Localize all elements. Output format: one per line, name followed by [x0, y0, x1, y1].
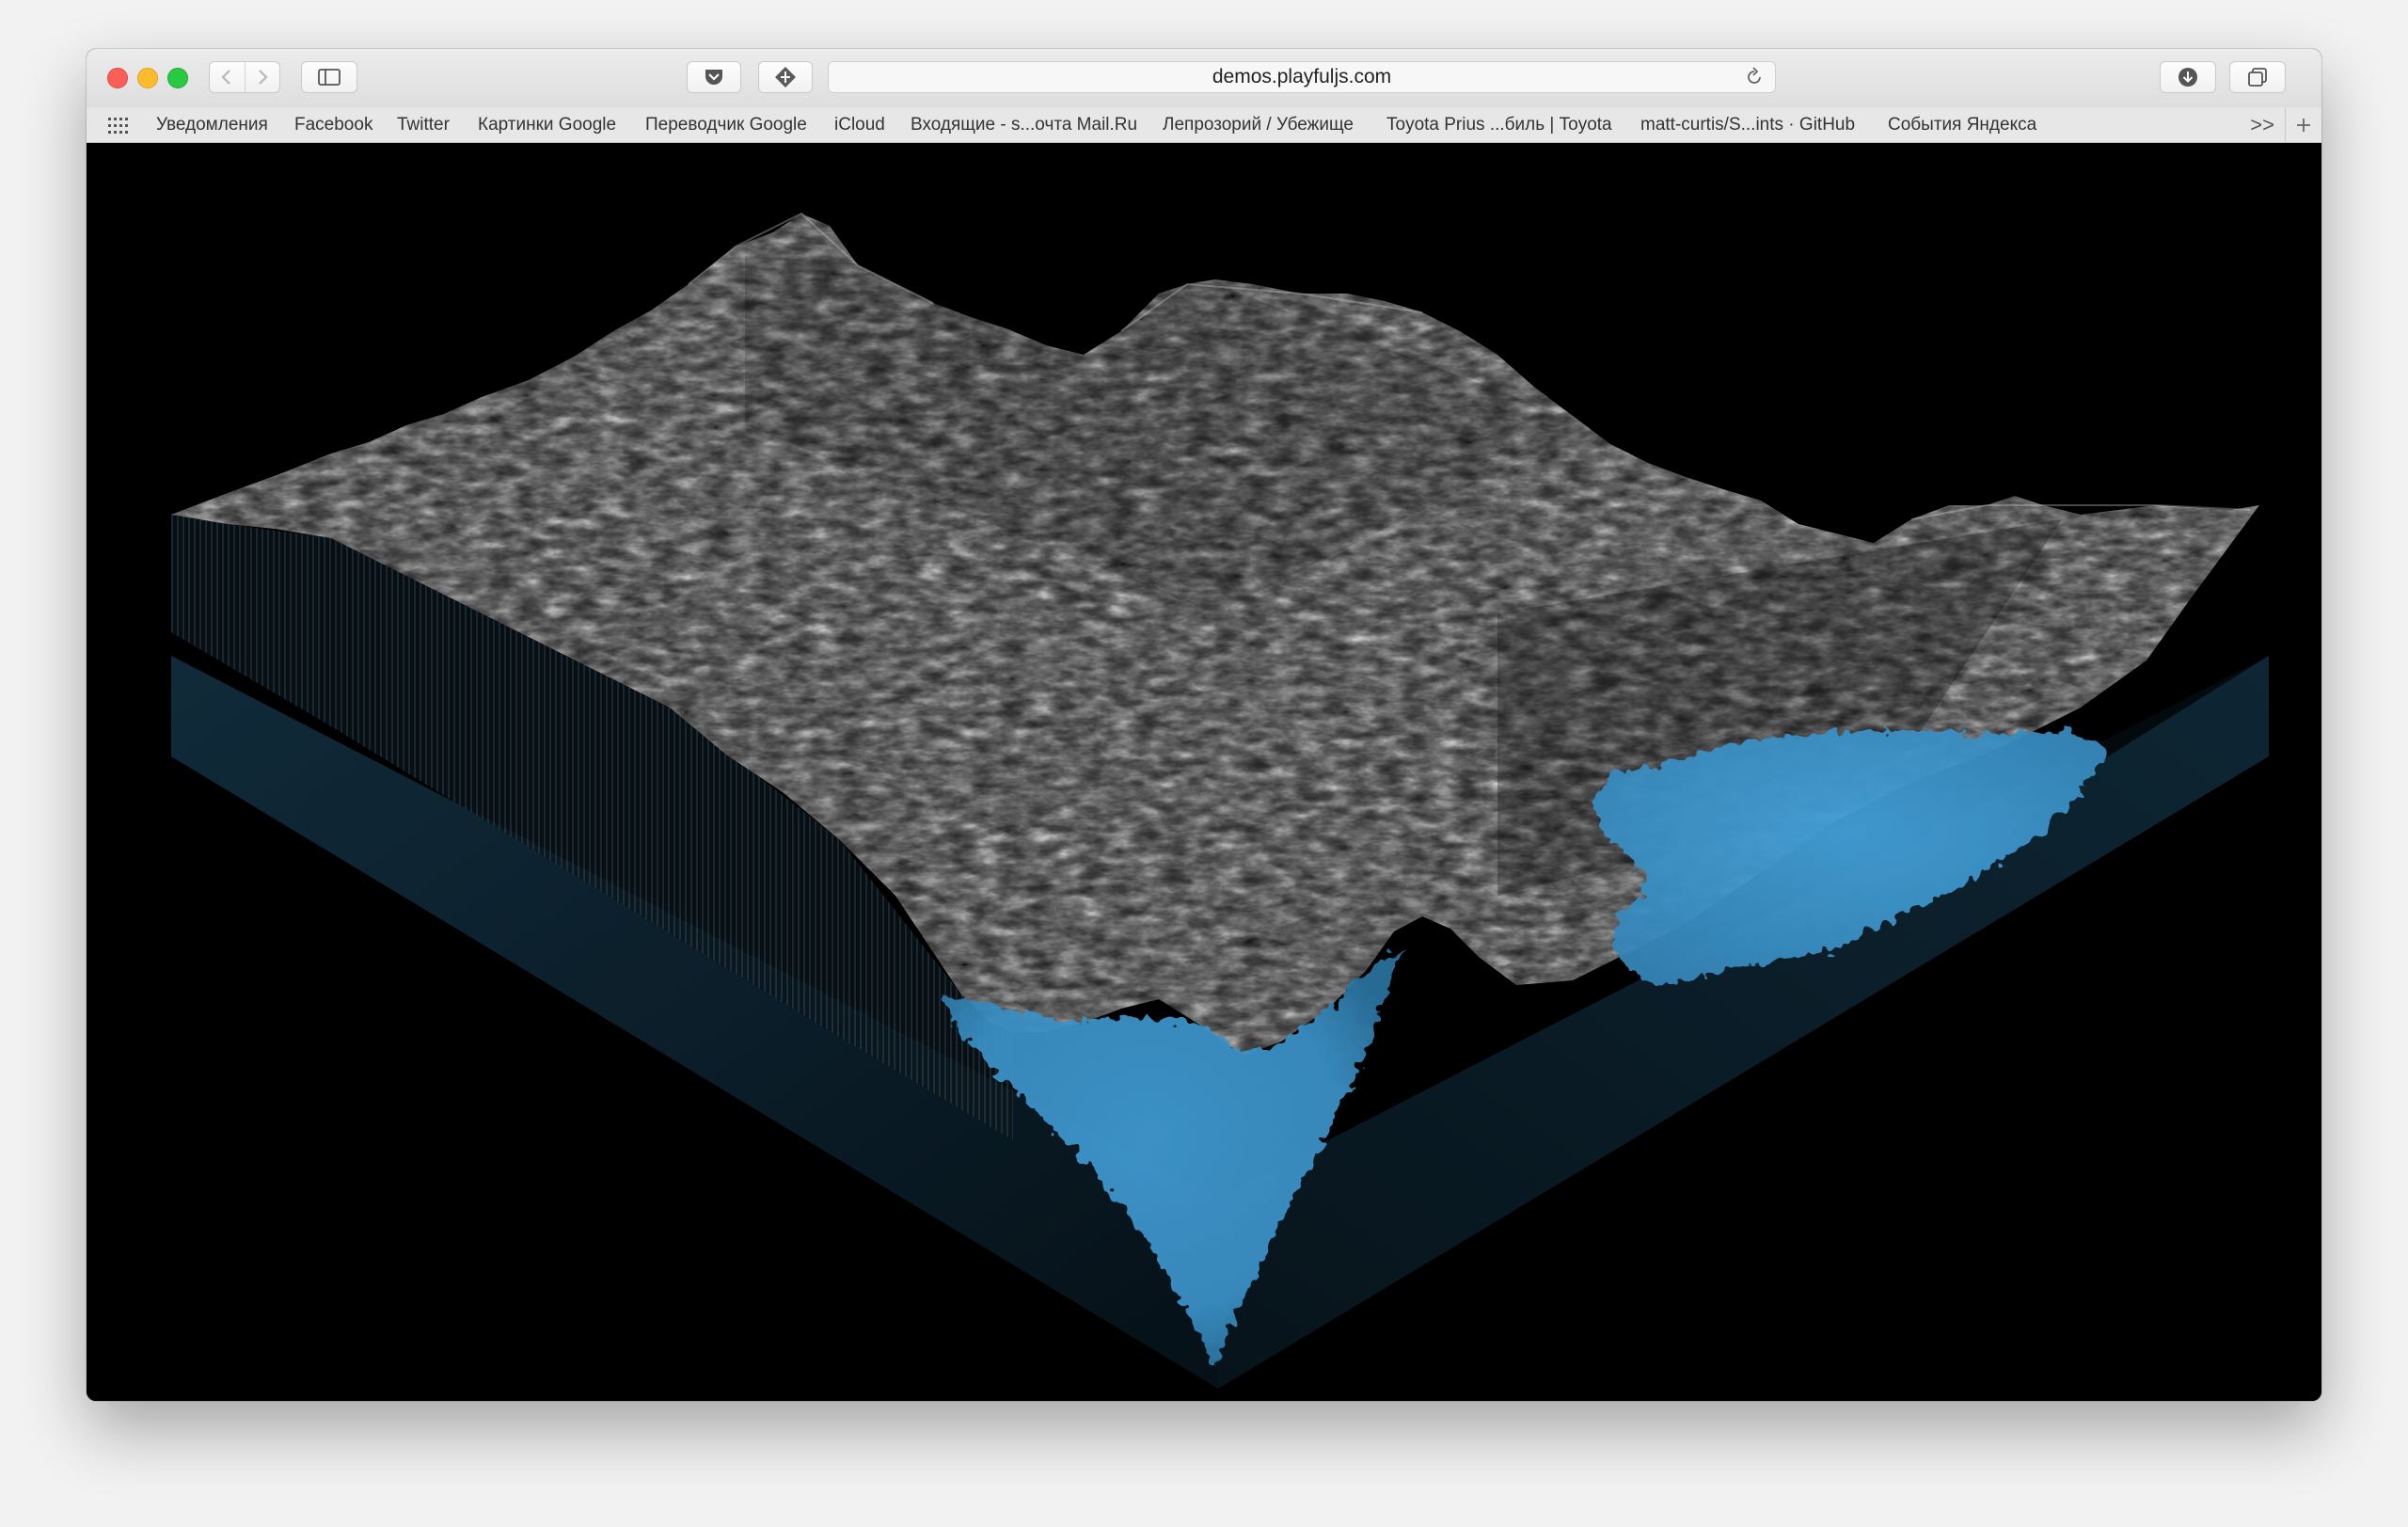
- reload-icon[interactable]: [1743, 66, 1766, 88]
- bookmark-item[interactable]: Facebook: [294, 115, 372, 135]
- browser-window: demos.playfuljs.com Уведомления Facebook…: [87, 49, 2321, 1401]
- extension-diamond-icon: [775, 67, 796, 87]
- bookmark-item[interactable]: Входящие - s...очта Mail.Ru: [911, 115, 1137, 135]
- bookmark-item[interactable]: Toyota Prius ...биль | Toyota: [1386, 115, 1612, 135]
- address-bar[interactable]: demos.playfuljs.com: [828, 61, 1776, 93]
- bookmark-item[interactable]: События Яндекса: [1888, 115, 2036, 135]
- terrain-render: [171, 212, 2269, 1389]
- extension-button[interactable]: [758, 61, 813, 93]
- bookmarks-bar: Уведомления Facebook Twitter Картинки Go…: [87, 107, 2321, 143]
- bookmark-item[interactable]: iCloud: [834, 115, 885, 135]
- webpage-canvas[interactable]: [87, 143, 2321, 1401]
- navigation-buttons: [209, 61, 280, 93]
- forward-button[interactable]: [244, 62, 280, 92]
- bookmark-item[interactable]: matt-curtis/S...ints · GitHub: [1640, 115, 1855, 135]
- minimize-window-button[interactable]: [137, 68, 158, 88]
- pocket-button[interactable]: [687, 61, 741, 93]
- more-bookmarks-button[interactable]: >>: [2250, 113, 2274, 137]
- new-tab-button[interactable]: [2285, 107, 2321, 142]
- downloads-button[interactable]: [2160, 61, 2216, 93]
- url-text: demos.playfuljs.com: [1212, 66, 1392, 87]
- sidebar-icon: [318, 69, 341, 86]
- download-icon: [2178, 68, 2197, 87]
- chevron-left-icon: [221, 70, 231, 85]
- bookmark-item[interactable]: Twitter: [397, 115, 450, 135]
- pocket-icon: [705, 70, 722, 85]
- bookmark-item[interactable]: Уведомления: [156, 115, 268, 135]
- bookmark-item[interactable]: Лепрозорий / Убежище: [1163, 115, 1354, 135]
- back-button[interactable]: [210, 62, 245, 92]
- chevron-right-icon: [258, 70, 268, 85]
- close-window-button[interactable]: [107, 68, 128, 88]
- bookmark-item[interactable]: Переводчик Google: [645, 115, 807, 135]
- sidebar-button[interactable]: [301, 61, 357, 93]
- zoom-window-button[interactable]: [167, 68, 188, 88]
- tab-overview-button[interactable]: [2229, 61, 2286, 93]
- browser-toolbar: demos.playfuljs.com: [87, 49, 2321, 107]
- tabs-overview-icon: [2248, 68, 2267, 87]
- bookmark-item[interactable]: Картинки Google: [478, 115, 616, 135]
- top-sites-grid-icon[interactable]: [107, 116, 128, 136]
- plus-icon: [2297, 118, 2310, 132]
